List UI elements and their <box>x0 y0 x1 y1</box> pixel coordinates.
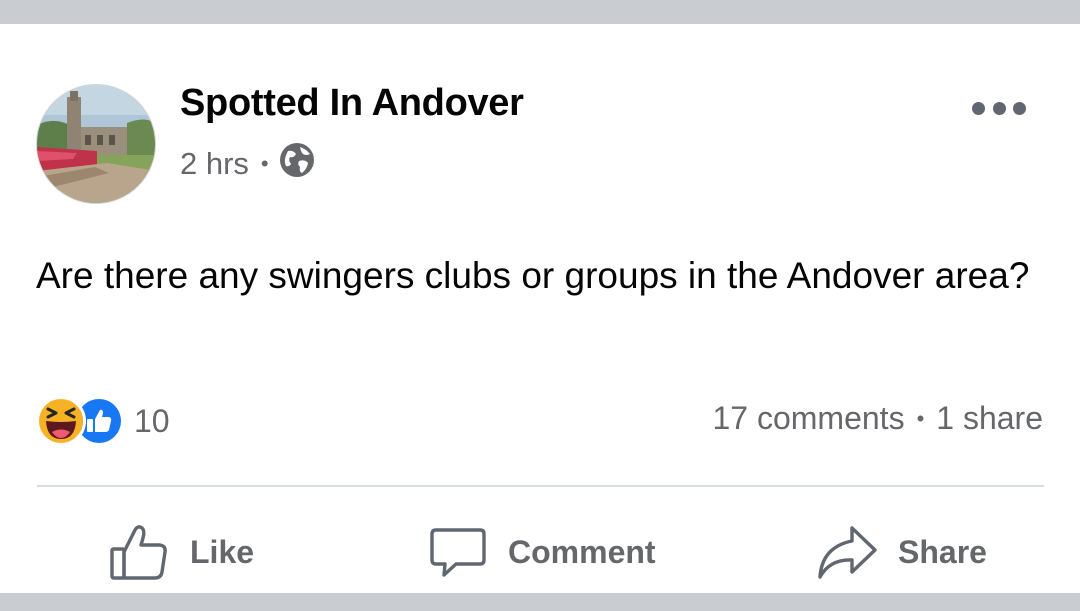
thumbs-up-icon <box>108 522 170 582</box>
comment-bubble-icon <box>428 522 488 582</box>
like-label: Like <box>190 533 255 570</box>
reactions-summary[interactable]: 10 <box>36 396 170 446</box>
divider <box>37 485 1044 487</box>
post-card: Spotted In Andover 2 hrs • Are there any… <box>0 24 1080 593</box>
share-arrow-icon <box>816 522 878 582</box>
like-button[interactable]: Like <box>108 520 254 584</box>
post-time[interactable]: 2 hrs <box>180 146 249 182</box>
haha-reaction-icon <box>36 396 86 446</box>
post-text: Are there any swingers clubs or groups i… <box>36 255 1030 296</box>
stats-separator: • <box>916 405 925 431</box>
comment-label: Comment <box>508 533 656 570</box>
share-label: Share <box>898 533 987 570</box>
more-options-icon[interactable] <box>972 96 1026 120</box>
meta-separator: • <box>260 151 269 176</box>
page-name[interactable]: Spotted In Andover <box>180 82 524 125</box>
page-avatar[interactable] <box>36 84 156 204</box>
reaction-count: 10 <box>134 402 170 439</box>
comment-button[interactable]: Comment <box>428 520 656 584</box>
post-meta: 2 hrs • <box>180 142 315 186</box>
shares-count-link[interactable]: 1 share <box>936 400 1043 437</box>
feed-separator <box>0 593 1080 611</box>
comments-count-link[interactable]: 17 comments <box>712 400 904 437</box>
globe-icon <box>279 142 315 186</box>
post-stats: 17 comments • 1 share <box>712 400 1043 437</box>
share-button[interactable]: Share <box>816 520 987 584</box>
